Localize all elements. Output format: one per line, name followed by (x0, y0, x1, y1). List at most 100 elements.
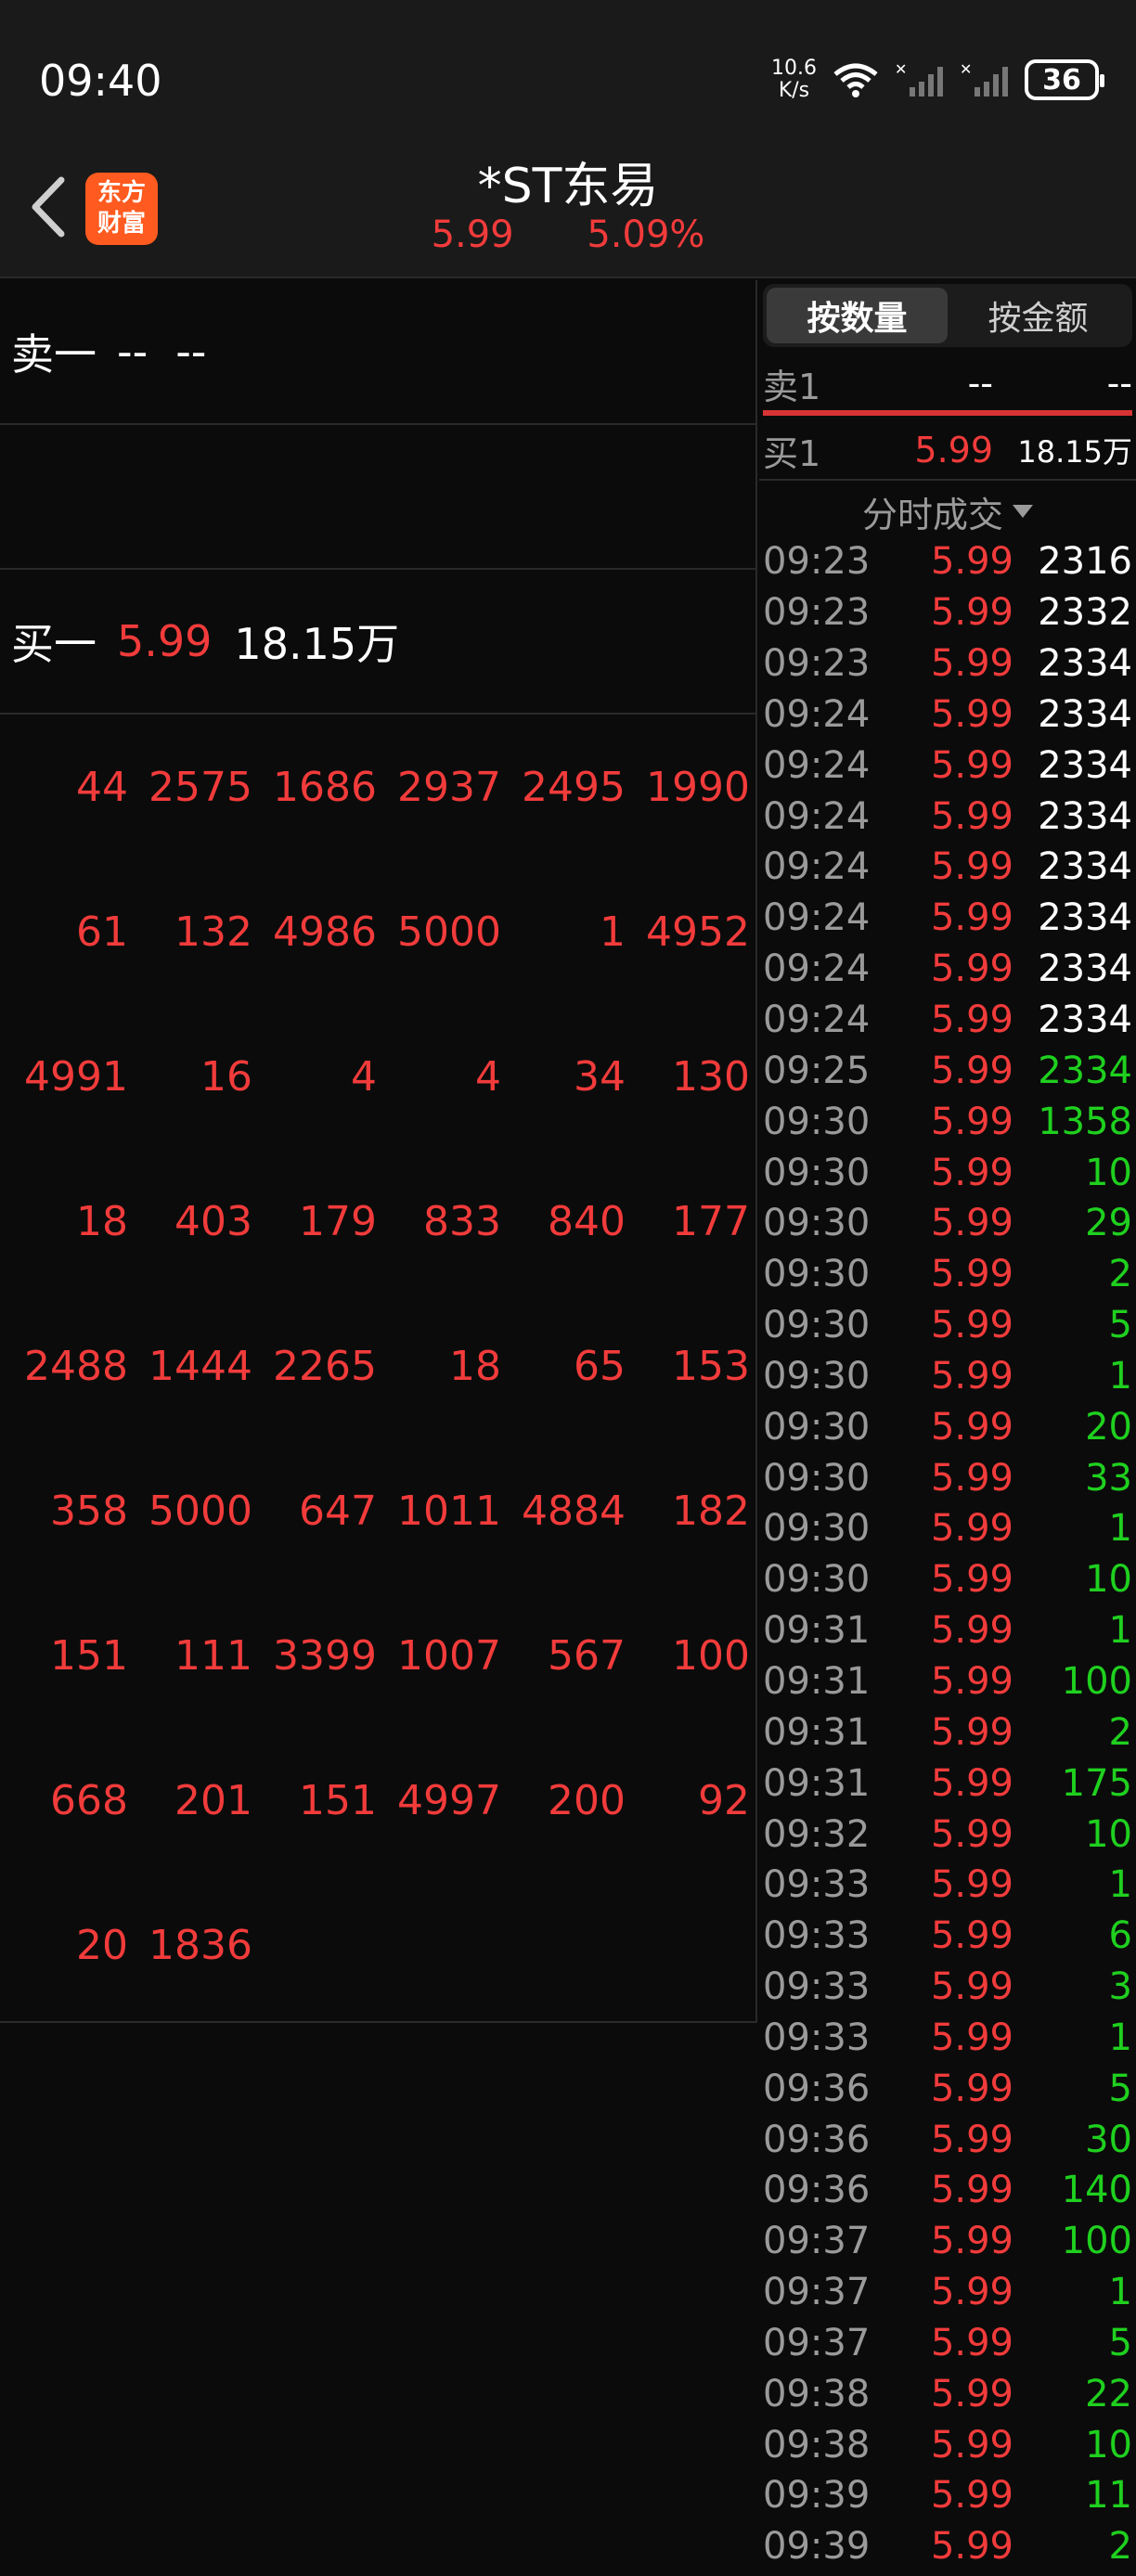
queue-order-volume: 4986 (273, 908, 377, 956)
right-sell1-price: -- (967, 363, 993, 404)
tick-row: 09:30 5.99 1 (763, 1351, 1134, 1402)
tick-row: 09:24 5.99 2334 (763, 842, 1134, 893)
tick-price: 5.99 (930, 947, 1013, 991)
stock-quote: 5.99 5.09% (0, 213, 1136, 256)
tick-time: 09:24 (763, 743, 871, 787)
tick-time: 09:33 (763, 1914, 871, 1958)
tab-by-quantity[interactable]: 按数量 (767, 288, 948, 343)
queue-row: 4991 16 4 4 34 130 (0, 1004, 755, 1149)
tick-volume: 100 (1061, 1659, 1132, 1703)
tick-time: 09:30 (763, 1100, 871, 1143)
tick-volume: 5 (1108, 2067, 1132, 2110)
tick-time: 09:30 (763, 1507, 871, 1551)
tick-row: 09:30 5.99 20 (763, 1401, 1134, 1452)
tick-row: 09:33 5.99 1 (763, 1860, 1134, 1911)
tick-row: 09:36 5.99 30 (763, 2114, 1134, 2165)
queue-order-volume: 5000 (148, 1487, 252, 1535)
queue-order-volume: 4 (475, 1052, 501, 1101)
tick-volume: 2334 (1038, 1049, 1132, 1092)
queue-order-volume: 16 (200, 1052, 252, 1101)
buy-queue-grid: 44 2575 1686 2937 2495 1990 61 132 4986 5000 1 4952… (0, 715, 755, 2023)
tick-time: 09:30 (763, 1456, 871, 1500)
tick-volume: 2316 (1038, 540, 1132, 584)
sell1-row: 卖一 -- -- (0, 280, 755, 425)
tick-volume: 2334 (1038, 642, 1132, 686)
stock-change-pct: 5.09% (587, 213, 705, 256)
tick-time: 09:30 (763, 1558, 871, 1602)
tick-volume: 1 (1108, 2271, 1132, 2314)
tick-row: 09:31 5.99 2 (763, 1707, 1134, 1758)
tick-time: 09:23 (763, 540, 871, 584)
tick-price: 5.99 (930, 2067, 1013, 2110)
tick-row: 09:25 5.99 2334 (763, 1045, 1134, 1096)
tick-row: 09:30 5.99 1358 (763, 1096, 1134, 1147)
tick-time: 09:33 (763, 2016, 871, 2059)
tick-time: 09:32 (763, 1812, 871, 1856)
network-speed-value: 10.6 (771, 57, 817, 80)
tick-row: 09:37 5.99 100 (763, 2216, 1134, 2267)
tick-price: 5.99 (930, 642, 1013, 686)
queue-order-volume: 34 (574, 1052, 626, 1101)
tick-volume: 2334 (1038, 794, 1132, 838)
tick-volume: 1 (1108, 1863, 1132, 1907)
tick-price: 5.99 (930, 1710, 1013, 1754)
tick-time: 09:24 (763, 845, 871, 889)
tick-volume: 2334 (1038, 896, 1132, 940)
queue-order-volume: 2575 (148, 763, 252, 811)
tick-price: 5.99 (930, 2118, 1013, 2161)
queue-order-volume: 358 (50, 1487, 128, 1535)
tick-volume: 1 (1108, 2016, 1132, 2059)
queue-order-volume: 200 (548, 1776, 626, 1824)
tick-volume: 1 (1108, 1507, 1132, 1551)
right-buy1-row: 买1 5.99 18.15万 (763, 425, 1132, 475)
tick-row: 09:39 5.99 11 (763, 2470, 1134, 2521)
tick-time: 09:39 (763, 2525, 871, 2569)
svg-text:✕: ✕ (960, 61, 972, 78)
queue-row: 61 132 4986 5000 1 4952 (0, 859, 755, 1004)
tick-volume: 2 (1108, 2525, 1132, 2569)
queue-order-volume: 4952 (646, 908, 750, 956)
tab-by-amount[interactable]: 按金额 (948, 288, 1129, 343)
queue-order-volume: 65 (574, 1342, 626, 1390)
tick-volume: 2334 (1038, 845, 1132, 889)
tick-volume: 1 (1108, 1354, 1132, 1397)
queue-order-volume: 132 (174, 908, 252, 956)
tick-volume: 2332 (1038, 591, 1132, 635)
queue-order-volume: 179 (299, 1197, 377, 1245)
tick-row: 09:31 5.99 100 (763, 1656, 1134, 1707)
buy1-volume: 18.15万 (234, 619, 400, 669)
sell-divider-line (763, 410, 1132, 416)
tick-volume: 6 (1108, 1914, 1132, 1958)
tick-time: 09:31 (763, 1761, 871, 1805)
tick-time: 09:30 (763, 1304, 871, 1347)
tick-time: 09:37 (763, 2271, 871, 2314)
tick-row: 09:23 5.99 2332 (763, 587, 1134, 638)
tick-volume: 10 (1085, 2423, 1132, 2467)
sell1-price: -- (117, 327, 148, 377)
tick-volume: 3 (1108, 1965, 1132, 2009)
tick-price: 5.99 (930, 2423, 1013, 2467)
tick-volume: 2334 (1038, 692, 1132, 736)
signal-icon-2: ✕ (960, 61, 1008, 97)
queue-order-volume: 201 (174, 1776, 252, 1824)
tick-price: 5.99 (930, 1100, 1013, 1143)
ticks-header-label: 分时成交 (861, 494, 1003, 535)
tick-price: 5.99 (930, 1151, 1013, 1194)
tick-volume: 30 (1085, 2118, 1132, 2161)
tick-row: 09:33 5.99 1 (763, 2012, 1134, 2063)
ticks-header[interactable]: 分时成交 (759, 484, 1136, 538)
tick-row: 09:36 5.99 140 (763, 2165, 1134, 2216)
right-buy1-volume: 18.15万 (1017, 434, 1132, 470)
tick-price: 5.99 (930, 1049, 1013, 1092)
tick-time: 09:30 (763, 1354, 871, 1397)
queue-order-volume: 403 (174, 1197, 252, 1245)
tick-volume: 1 (1108, 1609, 1132, 1653)
stock-name: *ST东易 (477, 159, 659, 214)
right-sell1-row: 卖1 -- -- (763, 358, 1132, 408)
tick-time: 09:25 (763, 1049, 871, 1092)
right-divider (759, 479, 1136, 481)
tick-time: 09:37 (763, 2321, 871, 2364)
tick-volume: 20 (1085, 1405, 1132, 1449)
tick-price: 5.99 (930, 2321, 1013, 2364)
tick-row: 09:36 5.99 5 (763, 2063, 1134, 2114)
